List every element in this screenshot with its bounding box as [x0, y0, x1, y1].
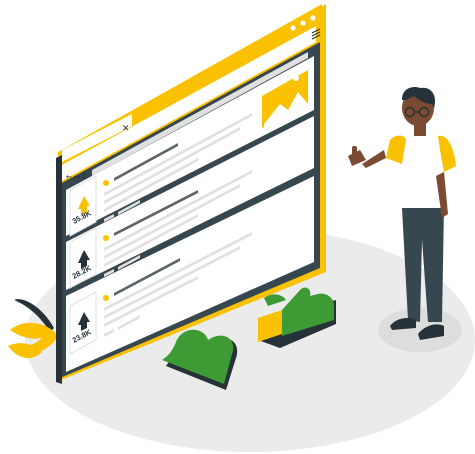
window-dot-1[interactable]	[290, 25, 296, 31]
window-dot-2[interactable]	[300, 20, 306, 26]
tab-close-icon[interactable]: ✕	[122, 124, 130, 134]
browser-nav-buttons[interactable]: ← → C	[66, 173, 87, 181]
window-dot-3[interactable]	[310, 15, 316, 21]
illustration-scene: ✕ ← → C 35.8K 28.2K 23.8K	[8, 4, 475, 452]
